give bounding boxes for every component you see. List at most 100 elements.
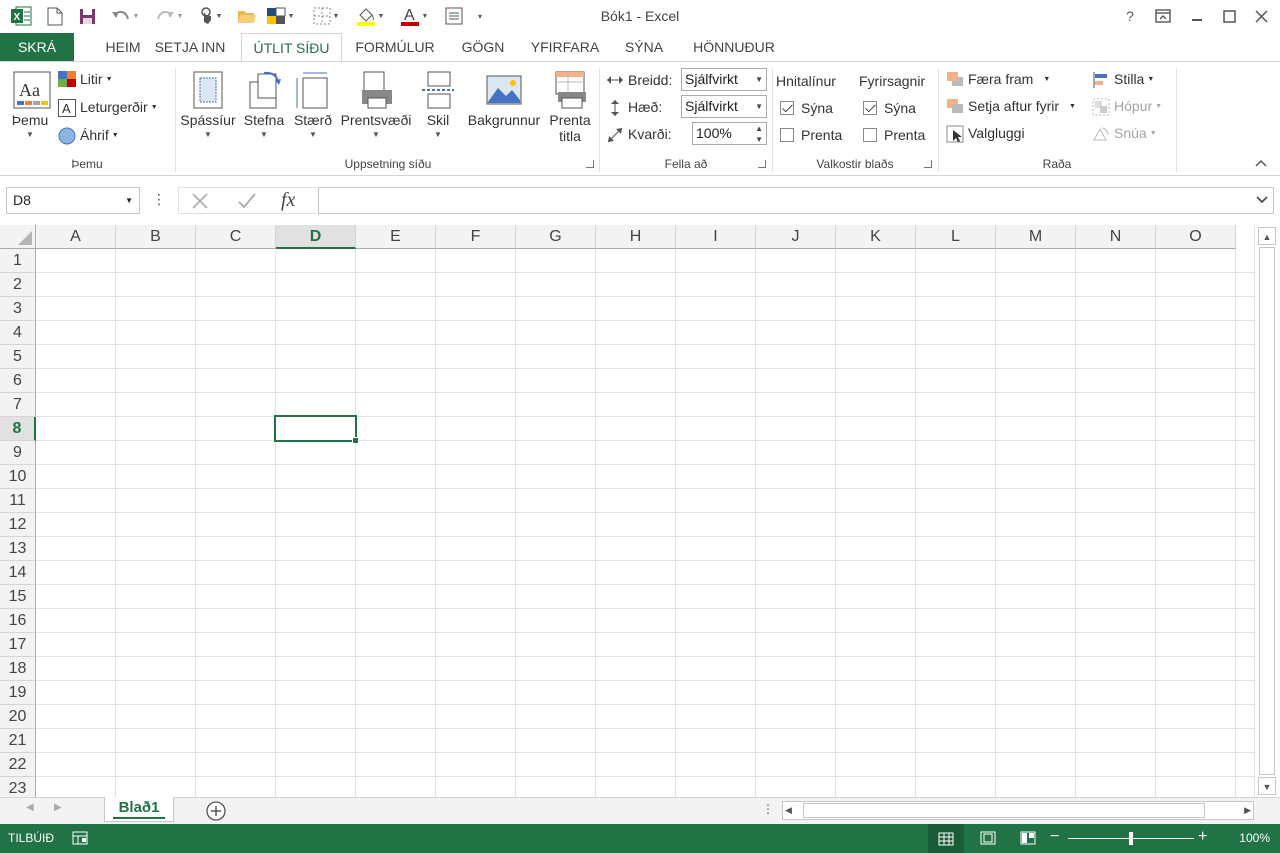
macro-recording-icon[interactable] bbox=[72, 830, 88, 849]
colors-button[interactable]: Litir ▼ bbox=[58, 68, 113, 90]
row-header-13[interactable]: 13 bbox=[0, 537, 36, 561]
page-layout-view-button[interactable] bbox=[980, 831, 996, 848]
confirm-entry-icon[interactable] bbox=[237, 192, 257, 213]
normal-view-button[interactable] bbox=[928, 824, 964, 853]
height-select[interactable]: Sjálfvirkt ▼ bbox=[681, 95, 767, 118]
headings-print-checkbox[interactable]: Prenta bbox=[863, 124, 925, 146]
column-header-f[interactable]: F bbox=[436, 225, 516, 249]
minimize-button[interactable] bbox=[1182, 4, 1212, 28]
column-header-l[interactable]: L bbox=[916, 225, 996, 249]
row-header-4[interactable]: 4 bbox=[0, 321, 36, 345]
name-box[interactable]: D8 ▼ bbox=[6, 187, 140, 214]
row-header-11[interactable]: 11 bbox=[0, 489, 36, 513]
vertical-scroll-thumb[interactable] bbox=[1259, 247, 1275, 775]
row-header-22[interactable]: 22 bbox=[0, 753, 36, 777]
form-icon[interactable] bbox=[442, 5, 466, 27]
scroll-up-icon[interactable]: ▲ bbox=[1258, 227, 1276, 245]
row-header-1[interactable]: 1 bbox=[0, 249, 36, 273]
column-header-h[interactable]: H bbox=[596, 225, 676, 249]
row-header-20[interactable]: 20 bbox=[0, 705, 36, 729]
fonts-button[interactable]: A Leturgerðir ▼ bbox=[58, 96, 158, 118]
tab-file[interactable]: SKRÁ bbox=[0, 33, 74, 62]
tab-formulas[interactable]: FORMÚLUR bbox=[348, 33, 442, 62]
tab-insert[interactable]: SETJA INN bbox=[144, 33, 236, 62]
group-button[interactable]: Hópur ▼ bbox=[1092, 95, 1162, 117]
scroll-down-icon[interactable]: ▼ bbox=[1258, 777, 1276, 795]
save-icon[interactable] bbox=[76, 5, 98, 27]
size-button[interactable]: Stærð ▼ bbox=[290, 70, 336, 140]
vertical-scrollbar[interactable]: ▲ ▼ bbox=[1254, 225, 1280, 797]
zoom-level[interactable]: 100% bbox=[1239, 831, 1270, 845]
active-cell[interactable] bbox=[274, 415, 359, 444]
tab-split-handle-icon[interactable]: ⋮ bbox=[762, 802, 774, 816]
spin-down-icon[interactable]: ▼ bbox=[755, 129, 763, 150]
row-header-5[interactable]: 5 bbox=[0, 345, 36, 369]
column-header-m[interactable]: M bbox=[996, 225, 1076, 249]
background-button[interactable]: Bakgrunnur bbox=[464, 70, 544, 128]
sheet-tab-active[interactable]: Blað1 bbox=[104, 797, 174, 822]
column-header-d[interactable]: D bbox=[276, 225, 356, 249]
scale-launcher-icon[interactable] bbox=[758, 160, 766, 168]
tab-review[interactable]: YFIRFARA bbox=[524, 33, 606, 62]
formula-bar-resize-icon[interactable]: ⋮ bbox=[152, 191, 166, 211]
open-folder-icon[interactable] bbox=[236, 5, 258, 27]
margins-button[interactable]: Spássíur ▼ bbox=[178, 70, 238, 140]
color-picker-icon[interactable]: ▼ bbox=[262, 5, 298, 27]
column-header-e[interactable]: E bbox=[356, 225, 436, 249]
horizontal-scroll-thumb[interactable] bbox=[803, 803, 1205, 818]
row-header-14[interactable]: 14 bbox=[0, 561, 36, 585]
rotate-button[interactable]: Snúa ▼ bbox=[1092, 122, 1157, 144]
help-button[interactable]: ? bbox=[1115, 4, 1145, 28]
row-header-17[interactable]: 17 bbox=[0, 633, 36, 657]
maximize-button[interactable] bbox=[1214, 4, 1244, 28]
next-sheet-icon[interactable]: ▶ bbox=[54, 802, 62, 813]
tab-developer[interactable]: HÖNNUÐUR bbox=[682, 33, 786, 62]
row-header-19[interactable]: 19 bbox=[0, 681, 36, 705]
prev-sheet-icon[interactable]: ◀ bbox=[26, 802, 34, 813]
row-header-8[interactable]: 8 bbox=[0, 417, 36, 441]
column-header-a[interactable]: A bbox=[36, 225, 116, 249]
selection-pane-button[interactable]: Valgluggi bbox=[946, 122, 1025, 144]
column-header-k[interactable]: K bbox=[836, 225, 916, 249]
new-file-icon[interactable] bbox=[44, 5, 66, 27]
width-select[interactable]: Sjálfvirkt ▼ bbox=[681, 68, 767, 91]
cell-area[interactable] bbox=[36, 249, 1254, 797]
cancel-entry-icon[interactable] bbox=[191, 192, 209, 213]
gridlines-print-checkbox[interactable]: Prenta bbox=[780, 124, 842, 146]
themes-button[interactable]: Aa Þemu ▼ bbox=[6, 70, 54, 140]
zoom-out-button[interactable]: − bbox=[1050, 828, 1059, 846]
breaks-button[interactable]: Skil ▼ bbox=[416, 70, 460, 140]
row-header-15[interactable]: 15 bbox=[0, 585, 36, 609]
close-button[interactable] bbox=[1246, 4, 1276, 28]
redo-icon[interactable]: ▼ bbox=[152, 5, 186, 27]
borders-icon[interactable]: ▼ bbox=[308, 5, 344, 27]
row-header-12[interactable]: 12 bbox=[0, 513, 36, 537]
row-header-21[interactable]: 21 bbox=[0, 729, 36, 753]
expand-formula-icon[interactable] bbox=[1255, 192, 1269, 209]
ribbon-display-options-button[interactable] bbox=[1148, 4, 1178, 28]
chevron-down-icon[interactable]: ▼ bbox=[125, 188, 133, 213]
new-sheet-button[interactable] bbox=[205, 800, 227, 825]
page-break-view-button[interactable] bbox=[1020, 831, 1036, 848]
row-header-23[interactable]: 23 bbox=[0, 777, 36, 797]
row-header-7[interactable]: 7 bbox=[0, 393, 36, 417]
zoom-slider-thumb[interactable] bbox=[1129, 832, 1133, 845]
orientation-button[interactable]: Stefna ▼ bbox=[240, 70, 288, 140]
print-titles-button[interactable]: Prenta titla bbox=[546, 70, 594, 144]
insert-function-icon[interactable]: fx bbox=[281, 189, 295, 212]
row-header-2[interactable]: 2 bbox=[0, 273, 36, 297]
zoom-in-button[interactable]: + bbox=[1198, 828, 1207, 846]
column-header-i[interactable]: I bbox=[676, 225, 756, 249]
customize-toolbar-icon[interactable]: ▾ bbox=[472, 5, 488, 27]
column-header-j[interactable]: J bbox=[756, 225, 836, 249]
formula-input[interactable] bbox=[318, 187, 1274, 214]
column-header-c[interactable]: C bbox=[196, 225, 276, 249]
tab-page-layout[interactable]: ÚTLIT SÍÐU bbox=[241, 33, 342, 63]
zoom-slider[interactable] bbox=[1068, 832, 1194, 845]
tab-view[interactable]: SÝNA bbox=[612, 33, 676, 62]
headings-view-checkbox[interactable]: Sýna bbox=[863, 97, 916, 119]
column-header-o[interactable]: O bbox=[1156, 225, 1236, 249]
collapse-ribbon-button[interactable] bbox=[1254, 156, 1270, 170]
horizontal-scrollbar[interactable]: ◀ ▶ bbox=[782, 801, 1254, 820]
column-header-g[interactable]: G bbox=[516, 225, 596, 249]
